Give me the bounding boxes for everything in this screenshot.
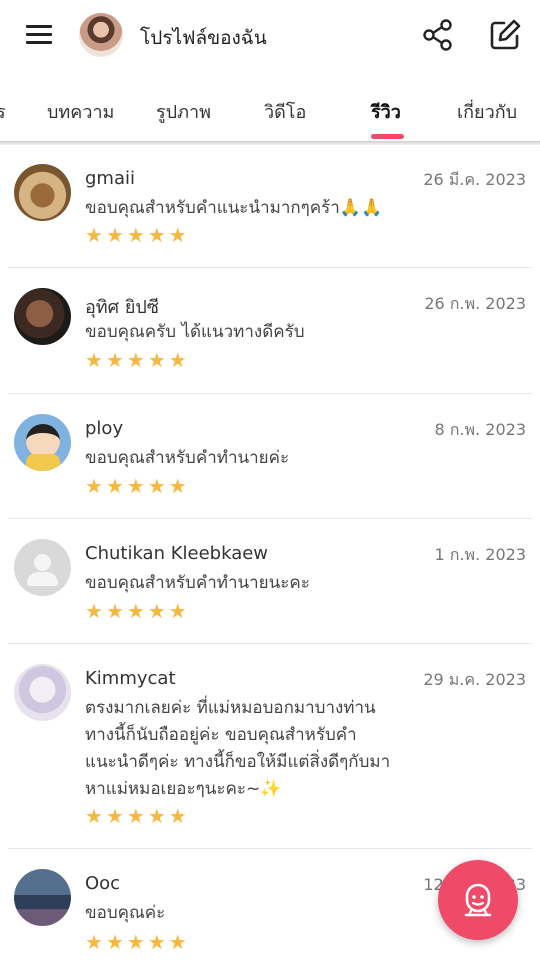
star-icon: ★ [85, 223, 103, 247]
tab-active-indicator [371, 134, 404, 139]
divider [8, 518, 532, 519]
star-icon: ★ [168, 930, 187, 954]
default-avatar-icon[interactable] [14, 539, 71, 596]
review-text: ขอบคุณสำหรับคำทำนายนะคะ [85, 573, 310, 593]
tab-articles[interactable]: บทความ [47, 97, 114, 126]
star-icon: ★ [126, 348, 145, 372]
review-date: 26 มี.ค. 2023 [423, 170, 526, 189]
review-date: 1 ก.พ. 2023 [434, 545, 526, 564]
reviewer-name: อุทิศ ยิปซี [85, 297, 160, 318]
tab-reviews[interactable]: รีวิว [371, 97, 401, 126]
reviewer-avatar[interactable] [14, 664, 71, 721]
share-icon[interactable] [420, 17, 456, 53]
star-icon: ★ [126, 599, 145, 623]
star-icon: ★ [85, 804, 103, 828]
tab-partial[interactable]: ร [0, 97, 6, 126]
tab-photos[interactable]: รูปภาพ [156, 97, 211, 126]
star-icon: ★ [85, 348, 103, 372]
star-rating: ★ ★ ★ ★ ★ [85, 601, 187, 621]
star-icon: ★ [168, 223, 187, 247]
reviewer-name: Kimmycat [85, 668, 176, 689]
profile-avatar[interactable] [79, 13, 123, 57]
star-icon: ★ [85, 930, 103, 954]
star-icon: ★ [168, 804, 187, 828]
star-rating: ★ ★ ★ ★ ★ [85, 806, 187, 826]
review-text: ขอบคุณค่ะ [85, 903, 166, 923]
page-title: โปรไฟล์ของฉัน [140, 27, 267, 49]
tabs-shadow [0, 141, 540, 145]
reviewer-name: Ooc [85, 873, 121, 894]
reviewer-avatar[interactable] [14, 164, 71, 221]
review-date: 29 ม.ค. 2023 [423, 670, 526, 689]
star-icon: ★ [147, 348, 166, 372]
star-icon: ★ [168, 474, 187, 498]
star-icon: ★ [126, 930, 145, 954]
star-icon: ★ [85, 474, 103, 498]
star-icon: ★ [105, 599, 124, 623]
star-icon: ★ [105, 930, 124, 954]
star-icon: ★ [147, 223, 166, 247]
star-icon: ★ [168, 599, 187, 623]
divider [8, 267, 532, 268]
hamburger-menu-icon[interactable] [24, 22, 54, 48]
fortune-teller-fab[interactable] [438, 860, 518, 940]
star-icon: ★ [126, 223, 145, 247]
star-icon: ★ [147, 930, 166, 954]
star-icon: ★ [105, 804, 124, 828]
star-icon: ★ [126, 474, 145, 498]
star-icon: ★ [85, 599, 103, 623]
review-text: ขอบคุณครับ ได้แนวทางดีครับ [85, 322, 305, 342]
divider [8, 848, 532, 849]
app-bar: โปรไฟล์ของฉัน [0, 0, 540, 70]
reviewer-name: ploy [85, 418, 124, 439]
reviewer-avatar[interactable] [14, 288, 71, 345]
star-icon: ★ [147, 599, 166, 623]
star-rating: ★ ★ ★ ★ ★ [85, 350, 187, 370]
edit-icon[interactable] [486, 16, 524, 54]
reviewer-name: gmaii [85, 168, 135, 189]
star-icon: ★ [105, 223, 124, 247]
review-text: ขอบคุณสำหรับคำทำนายค่ะ [85, 448, 290, 468]
reviewer-avatar[interactable] [14, 414, 71, 471]
reviewer-name: Chutikan Kleebkaew [85, 543, 269, 564]
review-text: ตรงมากเลยค่ะ ที่แม่หมอบอกมาบางท่าน ทางนี… [85, 698, 391, 799]
star-icon: ★ [168, 348, 187, 372]
star-rating: ★ ★ ★ ★ ★ [85, 932, 187, 952]
tab-about[interactable]: เกี่ยวกับ [457, 97, 517, 126]
review-text: ขอบคุณสำหรับคำแนะนำมากๆคร้า🙏🙏 [85, 198, 383, 218]
profile-tabs: ร บทความ รูปภาพ วิดีโอ รีวิว เกี่ยวกับ [0, 70, 540, 142]
star-icon: ★ [147, 804, 166, 828]
reviewer-avatar[interactable] [14, 869, 71, 926]
star-icon: ★ [105, 348, 124, 372]
divider [8, 393, 532, 394]
star-icon: ★ [126, 804, 145, 828]
review-date: 8 ก.พ. 2023 [434, 420, 526, 439]
star-icon: ★ [105, 474, 124, 498]
tab-videos[interactable]: วิดีโอ [264, 97, 306, 126]
star-rating: ★ ★ ★ ★ ★ [85, 476, 187, 496]
divider [8, 643, 532, 644]
star-rating: ★ ★ ★ ★ ★ [85, 225, 187, 245]
fortune-teller-icon [464, 883, 492, 917]
review-date: 26 ก.พ. 2023 [424, 294, 526, 313]
star-icon: ★ [147, 474, 166, 498]
